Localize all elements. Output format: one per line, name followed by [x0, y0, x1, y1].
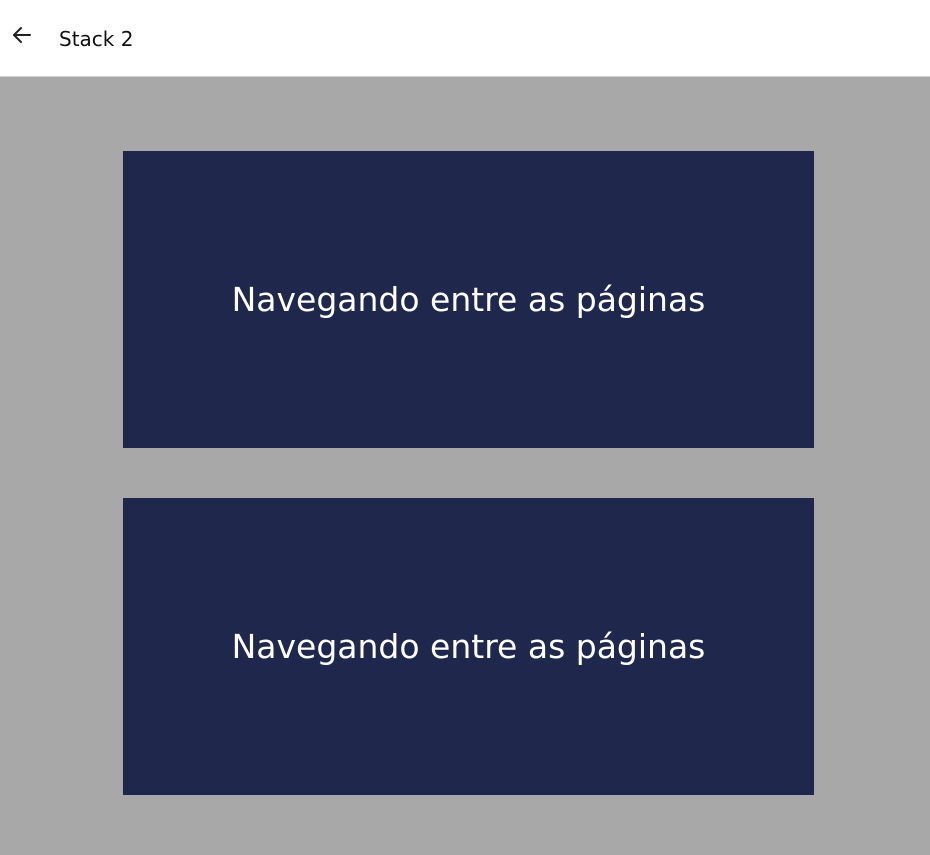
app-window: Stack 2 Navegando entre as páginas Naveg…	[0, 0, 930, 855]
page-title: Stack 2	[59, 27, 134, 51]
navigation-card[interactable]: Navegando entre as páginas	[123, 151, 814, 448]
back-button[interactable]	[4, 19, 40, 55]
arrow-left-icon	[10, 23, 34, 51]
navigation-card-label: Navegando entre as páginas	[231, 627, 706, 666]
header-bar: Stack 2	[0, 0, 930, 77]
navigation-card[interactable]: Navegando entre as páginas	[123, 498, 814, 795]
navigation-card-label: Navegando entre as páginas	[231, 280, 706, 319]
